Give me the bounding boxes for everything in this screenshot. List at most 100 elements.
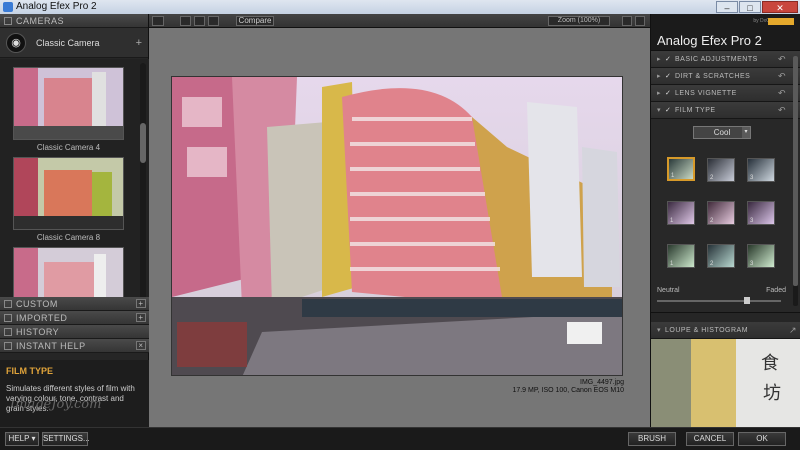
preset-thumbnail <box>13 67 124 140</box>
checkbox-icon[interactable]: ✓ <box>665 55 675 63</box>
section-instant-help[interactable]: INSTANT HELP × <box>0 339 149 353</box>
add-camera-button[interactable]: + <box>136 37 142 49</box>
preset-scrollbar[interactable] <box>140 63 146 307</box>
app-version: 2 <box>754 33 762 48</box>
film-type-select[interactable]: Cool ▾ <box>693 126 751 139</box>
swatch-number: 1 <box>671 173 675 179</box>
add-icon[interactable]: + <box>136 299 146 308</box>
filter-basic-adjustments[interactable]: ▸ ✓ BASIC ADJUSTMENTS ↶ <box>651 51 800 68</box>
filter-label: BASIC ADJUSTMENTS <box>675 55 758 63</box>
camera-selector[interactable]: ◉ Classic Camera + <box>0 28 148 58</box>
loupe-histogram-header[interactable]: ▾ LOUPE & HISTOGRAM ↗ <box>651 322 800 339</box>
split-view-icon[interactable] <box>194 16 205 26</box>
filter-dirt-scratches[interactable]: ▸ ✓ DIRT & SCRATCHES ↶ <box>651 68 800 85</box>
preset-thumbnail <box>13 157 124 230</box>
right-scrollbar[interactable] <box>793 56 798 306</box>
close-icon[interactable]: × <box>136 341 146 350</box>
slider-right-label: Faded <box>766 287 786 294</box>
settings-button[interactable]: SETTINGS... <box>42 432 90 446</box>
section-imported[interactable]: IMPORTED + <box>0 311 149 325</box>
scrollbar-thumb[interactable] <box>793 56 798 286</box>
swatch-number: 3 <box>750 218 754 224</box>
section-label: IMPORTED <box>16 312 68 323</box>
filter-lens-vignette[interactable]: ▸ ✓ LENS VIGNETTE ↶ <box>651 85 800 102</box>
expand-icon <box>4 299 12 308</box>
preset-label: Classic Camera 8 <box>36 233 101 242</box>
photo-preview[interactable] <box>171 76 623 376</box>
film-swatch[interactable]: 1 <box>667 157 695 181</box>
scrollbar-thumb[interactable] <box>140 123 146 163</box>
checkbox-icon[interactable]: ✓ <box>665 89 675 97</box>
zoom-select[interactable]: Zoom (100%) <box>548 16 610 26</box>
expand-icon: ▸ <box>657 56 662 63</box>
toggle-left-panel-icon[interactable] <box>152 16 164 26</box>
swatch-number: 1 <box>670 218 674 224</box>
window-title: Analog Efex Pro 2 <box>16 1 97 12</box>
collapse-icon: ▾ <box>657 327 662 334</box>
filter-label: LENS VIGNETTE <box>675 89 737 97</box>
swatch-number: 1 <box>670 261 674 267</box>
swatch-number: 2 <box>710 261 714 267</box>
minimize-button[interactable]: – <box>716 1 738 13</box>
film-swatch[interactable]: 3 <box>747 158 775 182</box>
toggle-right-panel-icon[interactable] <box>635 16 645 26</box>
svg-text:食: 食 <box>761 353 779 373</box>
film-swatch[interactable]: 3 <box>747 244 775 268</box>
title-bar: Analog Efex Pro 2 – □ ✕ <box>0 0 800 14</box>
loupe-view[interactable]: 食 坊 <box>651 339 800 427</box>
chevron-down-icon: ▾ <box>742 127 750 138</box>
filter-film-type[interactable]: ▾ ✓ FILM TYPE ↶ <box>651 102 800 119</box>
preset-item[interactable]: Classic Camera 8 <box>13 157 124 242</box>
film-swatch[interactable]: 2 <box>707 201 735 225</box>
swatch-number: 2 <box>710 175 714 181</box>
reset-icon[interactable]: ↶ <box>778 105 786 116</box>
loupe-label: LOUPE & HISTOGRAM <box>665 326 749 334</box>
cancel-button[interactable]: CANCEL <box>686 432 734 446</box>
help-button[interactable]: HELP ▾ <box>5 432 39 446</box>
neutral-faded-slider[interactable] <box>657 297 781 304</box>
film-swatch[interactable]: 2 <box>707 158 735 182</box>
film-swatch[interactable]: 3 <box>747 201 775 225</box>
filter-label: FILM TYPE <box>675 106 716 114</box>
expand-icon <box>4 313 12 322</box>
film-swatch[interactable]: 2 <box>707 244 735 268</box>
film-type-value: Cool <box>713 128 731 137</box>
filter-label: DIRT & SCRATCHES <box>675 72 751 80</box>
brush-button[interactable]: BRUSH <box>628 432 676 446</box>
cameras-header-label: CAMERAS <box>16 15 65 26</box>
single-view-icon[interactable] <box>180 16 191 26</box>
checkbox-icon[interactable]: ✓ <box>665 72 675 80</box>
image-metadata: 17.9 MP, ISO 100, Canon EOS M10 <box>512 387 624 394</box>
pin-icon[interactable]: ↗ <box>789 325 797 336</box>
checkbox-icon[interactable]: ✓ <box>665 106 675 114</box>
film-swatch[interactable]: 1 <box>667 244 695 268</box>
reset-icon[interactable]: ↶ <box>778 54 786 65</box>
close-button[interactable]: ✕ <box>762 1 798 13</box>
add-icon[interactable]: + <box>136 313 146 322</box>
right-panel: by DxO Analog Efex Pro 2 ▸ ✓ BASIC ADJUS… <box>650 14 800 427</box>
reset-icon[interactable]: ↶ <box>778 88 786 99</box>
maximize-button[interactable]: □ <box>739 1 761 13</box>
section-custom[interactable]: CUSTOM + <box>0 297 149 311</box>
section-label: HISTORY <box>16 326 60 337</box>
preset-label: Classic Camera 4 <box>36 143 101 152</box>
section-history[interactable]: HISTORY <box>0 325 149 339</box>
slider-knob[interactable] <box>744 297 751 304</box>
brand-logo <box>768 18 794 25</box>
compare-button[interactable]: Compare <box>236 16 274 26</box>
svg-text:坊: 坊 <box>763 383 781 403</box>
watermark: ImageJoy.com <box>10 397 102 412</box>
ok-button[interactable]: OK <box>738 432 786 446</box>
preset-item[interactable]: Classic Camera 4 <box>13 67 124 152</box>
film-swatch[interactable]: 1 <box>667 201 695 225</box>
app-name: Analog Efex Pro 2 <box>657 33 762 48</box>
side-by-side-icon[interactable] <box>208 16 219 26</box>
background-toggle-icon[interactable] <box>622 16 632 26</box>
toolbar: Compare Zoom (100%) <box>149 14 650 28</box>
preset-list: Classic Camera 4 Classic Camera 8 <box>0 59 149 311</box>
image-info: IMG_4497.jpg 17.9 MP, ISO 100, Canon EOS… <box>512 379 624 395</box>
film-type-controls: Cool ▾ 1 2 3 1 2 3 1 2 3 Neutral Faded <box>651 119 800 313</box>
cameras-header[interactable]: CAMERAS <box>0 14 148 28</box>
reset-icon[interactable]: ↶ <box>778 71 786 82</box>
image-canvas[interactable]: IMG_4497.jpg 17.9 MP, ISO 100, Canon EOS… <box>149 28 650 427</box>
